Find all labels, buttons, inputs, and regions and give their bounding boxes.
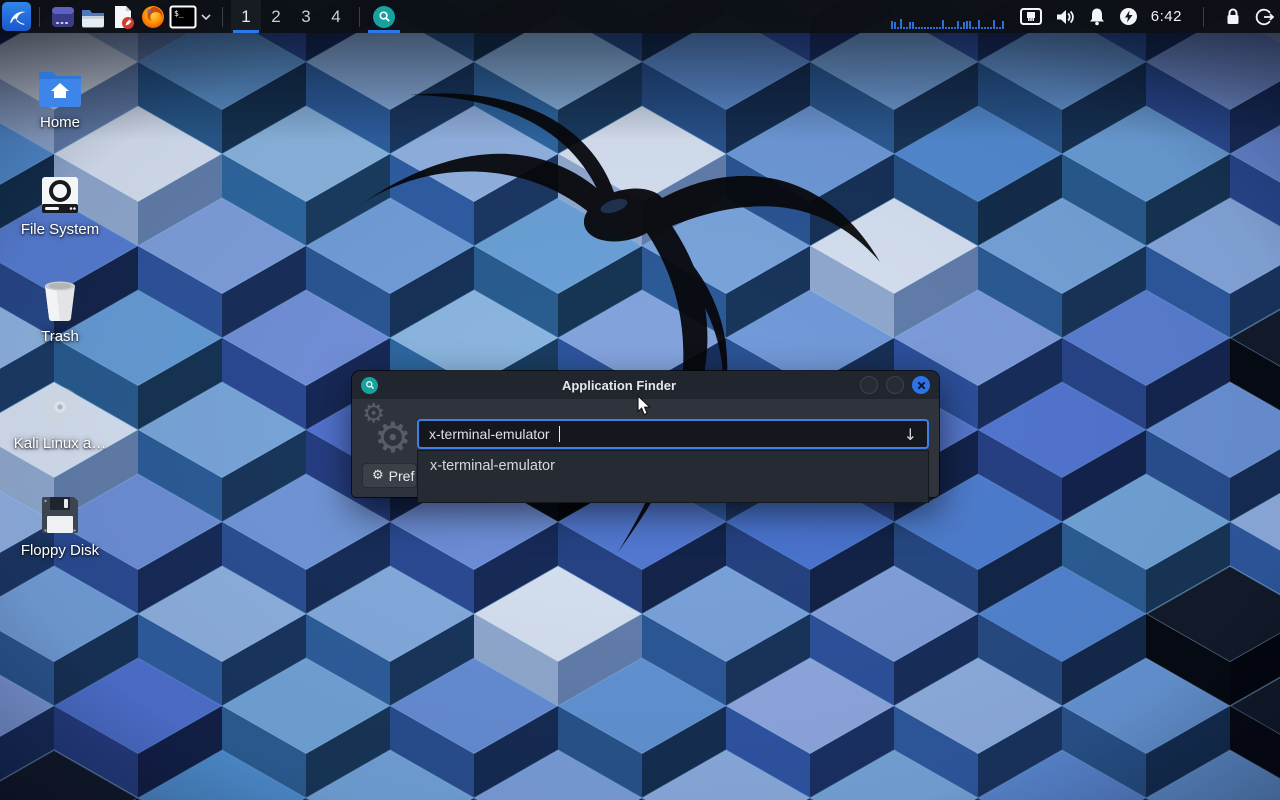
desktop-icon-label: File System: [12, 221, 108, 238]
volume-icon: [1055, 8, 1075, 26]
desktop-icon-home[interactable]: Home: [12, 58, 108, 131]
gear-icon: ⚙: [372, 468, 384, 483]
file-manager-icon: [80, 4, 106, 30]
desktop-icon-label: Trash: [12, 328, 108, 345]
file-manager-launcher[interactable]: [78, 0, 108, 33]
panel-separator: [39, 7, 40, 27]
desktop-icon-label: Home: [12, 114, 108, 131]
desktop-icon-label: Kali Linux a…: [12, 435, 108, 452]
desktop-icon-kali-linux[interactable]: Kali Linux a…: [12, 379, 108, 452]
desktop-screen: $_ 1 2 3 4: [0, 0, 1280, 800]
workspace-label: 1: [241, 7, 250, 27]
panel-right-group: 6:42: [891, 0, 1280, 33]
bell-icon: [1088, 7, 1106, 26]
floppy-disk-icon: [12, 486, 108, 536]
appfinder-gears-illustration: ⚙ ⚙: [360, 403, 412, 461]
text-editor-launcher[interactable]: [108, 0, 138, 33]
trash-can-icon: [12, 272, 108, 322]
lock-screen-button[interactable]: [1225, 0, 1241, 33]
lock-icon: [1225, 7, 1241, 26]
preferences-label: Pref: [389, 468, 415, 484]
close-icon: [917, 381, 926, 390]
result-item[interactable]: x-terminal-emulator: [418, 451, 928, 481]
network-tray-button[interactable]: [1020, 0, 1042, 33]
top-panel: $_ 1 2 3 4: [0, 0, 1280, 33]
workspace-label: 4: [331, 7, 340, 27]
kali-menu-button[interactable]: [2, 2, 31, 31]
xterm-icon: $_: [169, 5, 197, 29]
logout-icon: [1254, 7, 1274, 27]
home-folder-icon: [12, 58, 108, 108]
desktop-icon-file-system[interactable]: File System: [12, 165, 108, 238]
notifications-tray-button[interactable]: [1088, 0, 1106, 33]
workspace-button-3[interactable]: 3: [291, 0, 321, 33]
text-caret: [559, 426, 560, 442]
power-bolt-icon: [1119, 7, 1138, 26]
preferences-button[interactable]: ⚙ Pref: [362, 463, 417, 488]
workspace-label: 3: [301, 7, 310, 27]
kali-logo-icon: [6, 6, 28, 28]
dropdown-arrow-icon[interactable]: ↓: [904, 425, 917, 444]
network-icon: [1020, 8, 1042, 25]
text-editor-icon: [110, 4, 136, 30]
mouse-cursor: [637, 395, 653, 417]
workspace-label: 2: [271, 7, 280, 27]
volume-tray-button[interactable]: [1055, 0, 1075, 33]
close-button[interactable]: [912, 376, 930, 394]
desktop-icon-label: Floppy Disk: [12, 542, 108, 559]
logout-button[interactable]: [1254, 0, 1274, 33]
workspace-button-1[interactable]: 1: [231, 0, 261, 33]
panel-left-group: $_ 1 2 3 4: [0, 0, 400, 33]
xterm-glyph: $_: [174, 9, 184, 18]
hard-drive-icon: [12, 165, 108, 215]
launcher-menu-chevron[interactable]: [198, 0, 214, 33]
completion-popup: x-terminal-emulator: [417, 450, 929, 503]
search-input[interactable]: x-terminal-emulator ↓: [417, 419, 929, 449]
taskbar-appfinder-button[interactable]: [368, 0, 400, 33]
terminal-icon: [50, 4, 76, 30]
panel-separator: [359, 7, 360, 27]
workspace-button-2[interactable]: 2: [261, 0, 291, 33]
application-finder-window: Application Finder ⚙ ⚙ x-terminal-emulat…: [352, 371, 939, 497]
chevron-down-icon: [201, 14, 211, 20]
firefox-icon: [140, 4, 166, 30]
minimize-button[interactable]: [860, 376, 878, 394]
xterm-launcher[interactable]: $_: [168, 0, 198, 33]
window-appfinder-icon[interactable]: [361, 377, 378, 394]
desktop-icon-floppy-disk[interactable]: Floppy Disk: [12, 486, 108, 559]
clock[interactable]: 6:42: [1151, 8, 1182, 25]
disc-icon: [12, 379, 108, 429]
panel-separator: [222, 7, 223, 27]
appfinder-taskbar-icon: [373, 6, 395, 28]
maximize-button[interactable]: [886, 376, 904, 394]
gear-icon: ⚙: [374, 413, 412, 462]
desktop-icon-trash[interactable]: Trash: [12, 272, 108, 345]
power-manager-tray-button[interactable]: [1119, 0, 1138, 33]
panel-separator: [1203, 7, 1204, 27]
terminal-launcher[interactable]: [48, 0, 78, 33]
workspace-button-4[interactable]: 4: [321, 0, 351, 33]
cpu-graph[interactable]: [891, 4, 1007, 30]
firefox-launcher[interactable]: [138, 0, 168, 33]
window-title: Application Finder: [386, 378, 852, 393]
search-input-value: x-terminal-emulator: [429, 426, 550, 442]
